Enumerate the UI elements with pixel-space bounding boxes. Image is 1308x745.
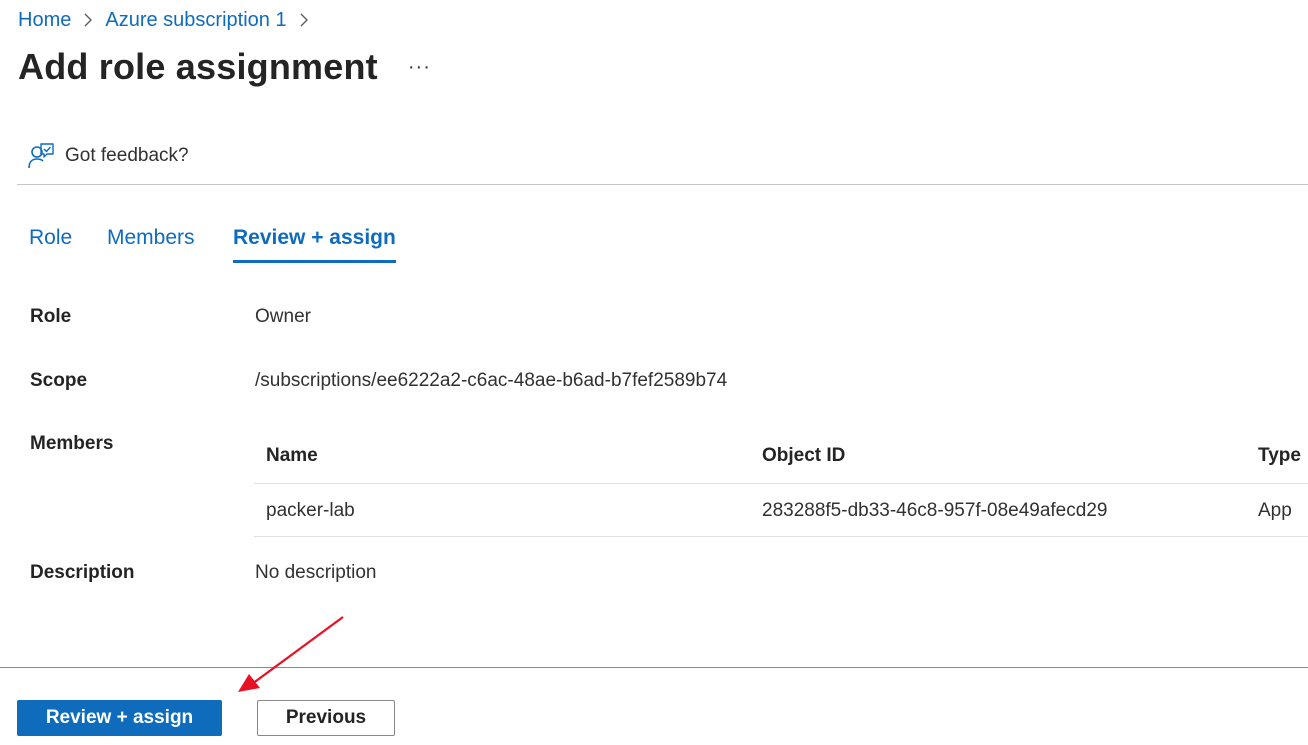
chevron-right-icon (77, 9, 99, 31)
feedback-label: Got feedback? (65, 145, 189, 166)
toolbar-divider (17, 184, 1308, 185)
table-row-divider (254, 536, 1308, 537)
add-role-assignment-page: Home Azure subscription 1 Add role assig… (0, 0, 1308, 745)
members-label: Members (30, 433, 114, 454)
page-title: Add role assignment (18, 46, 378, 87)
role-label: Role (30, 306, 72, 327)
role-value: Owner (255, 306, 311, 327)
description-label: Description (30, 562, 135, 583)
chevron-right-icon (293, 9, 315, 31)
tab-review-assign[interactable]: Review + assign (233, 224, 396, 264)
breadcrumb: Home Azure subscription 1 (18, 8, 321, 32)
feedback-person-icon (28, 143, 54, 169)
footer-divider (0, 667, 1308, 668)
tab-members[interactable]: Members (107, 224, 195, 264)
column-header-name: Name (266, 445, 318, 466)
member-object-id-cell: 283288f5-db33-46c8-957f-08e49afecd29 (762, 500, 1108, 521)
member-name-cell: packer-lab (266, 500, 355, 521)
previous-button[interactable]: Previous (257, 700, 395, 736)
review-assign-button[interactable]: Review + assign (17, 700, 222, 736)
column-header-type: Type (1258, 445, 1301, 466)
more-options-button[interactable]: ··· (408, 57, 431, 77)
description-value: No description (255, 562, 377, 583)
breadcrumb-home-link[interactable]: Home (18, 9, 71, 32)
feedback-button[interactable]: Got feedback? (28, 142, 189, 170)
scope-label: Scope (30, 370, 88, 391)
header-row-divider (254, 483, 1308, 484)
tab-role[interactable]: Role (29, 224, 72, 264)
title-row: Add role assignment ··· (18, 46, 431, 88)
scope-value: /subscriptions/ee6222a2-c6ac-48ae-b6ad-b… (255, 370, 728, 391)
member-type-cell: App (1258, 500, 1292, 521)
annotation-arrow-icon (238, 616, 344, 692)
column-header-object-id: Object ID (762, 445, 846, 466)
breadcrumb-subscription-link[interactable]: Azure subscription 1 (105, 9, 286, 32)
